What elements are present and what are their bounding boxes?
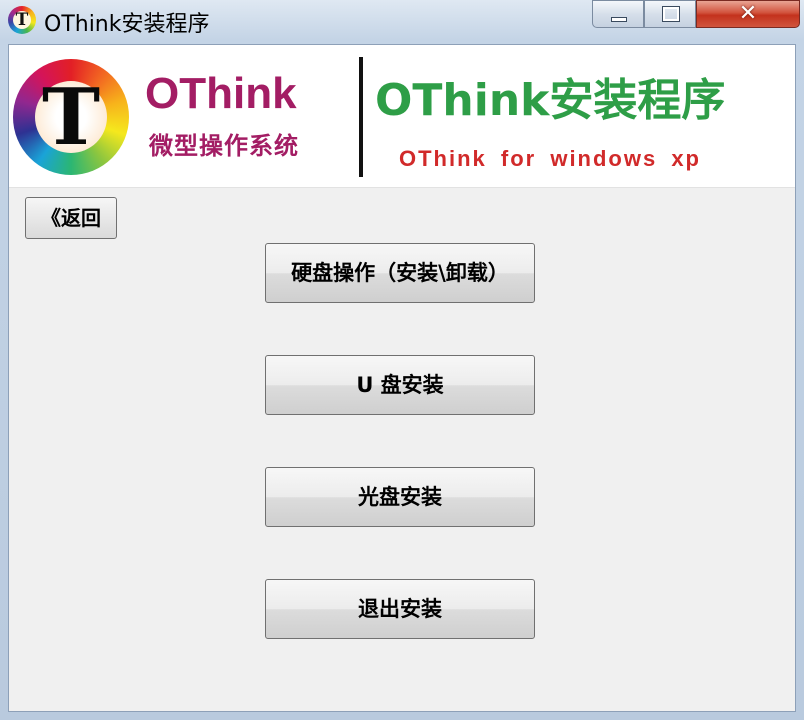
cd-install-button[interactable]: 光盘安装 (265, 467, 535, 527)
maximize-icon (662, 6, 680, 22)
banner-divider (359, 57, 363, 177)
exit-install-button[interactable]: 退出安装 (265, 579, 535, 639)
brand-name: OThink (145, 69, 297, 118)
othink-logo: T (13, 59, 129, 175)
title-bar[interactable]: T OThink安装程序 ✕ (0, 0, 804, 42)
app-icon[interactable]: T (8, 6, 36, 34)
close-button[interactable]: ✕ (696, 0, 800, 28)
banner: T OThink 微型操作系统 OThink安装程序 OThink for wi… (9, 45, 795, 188)
minimize-button[interactable] (592, 0, 644, 28)
usb-install-button[interactable]: U 盘安装 (265, 355, 535, 415)
minimize-icon (611, 17, 627, 22)
window-title: OThink安装程序 (44, 12, 210, 37)
app-icon-letter: T (13, 11, 31, 29)
close-icon: ✕ (738, 1, 758, 26)
disk-operation-button[interactable]: 硬盘操作（安装\卸载） (265, 243, 535, 303)
brand-subtitle: 微型操作系统 (149, 132, 299, 160)
maximize-button[interactable] (644, 0, 696, 28)
client-area: T OThink 微型操作系统 OThink安装程序 OThink for wi… (8, 44, 796, 712)
logo-letter: T (35, 79, 107, 157)
installer-title: OThink安装程序 (375, 75, 726, 126)
installer-subtitle: OThink for windows xp (399, 146, 701, 171)
installer-window: T OThink安装程序 ✕ T OThink 微型操作系统 OThink安装程… (0, 0, 804, 720)
back-button[interactable]: 《返回 (25, 197, 117, 239)
